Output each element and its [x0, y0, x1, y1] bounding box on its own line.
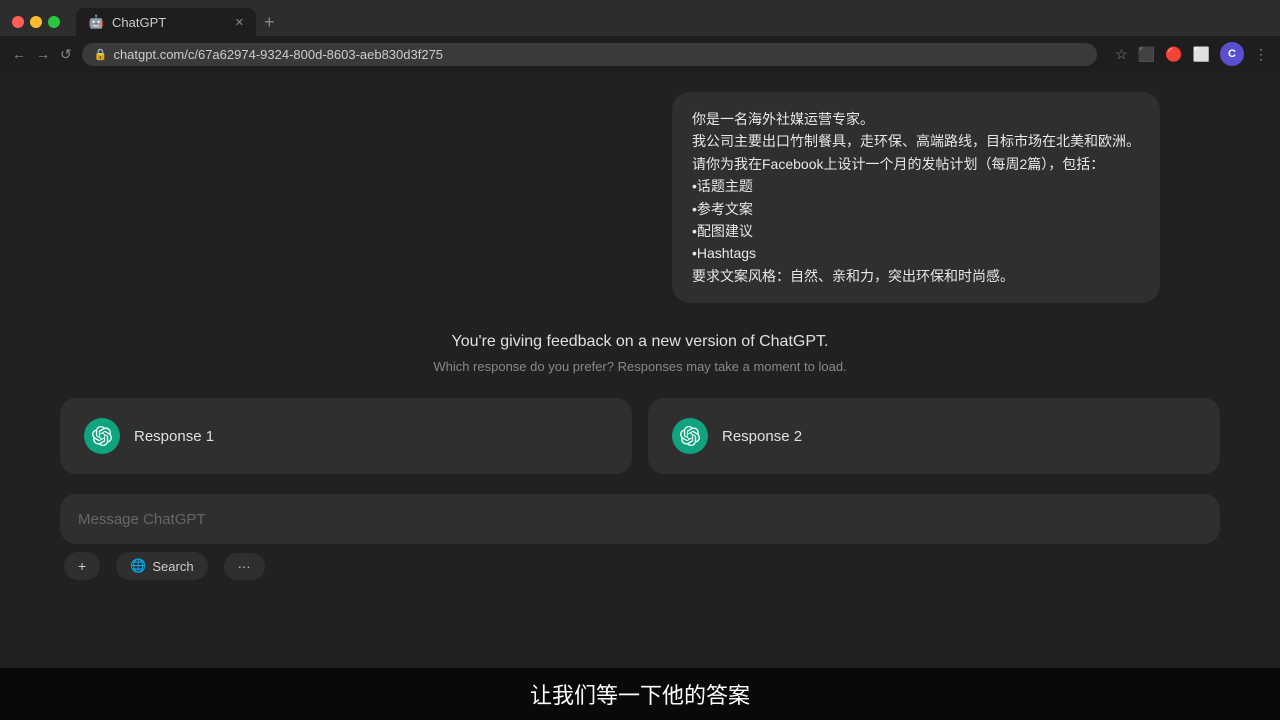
feedback-title: You're giving feedback on a new version …	[433, 333, 846, 351]
bookmark-icon[interactable]: ☆	[1115, 46, 1128, 63]
add-icon: +	[78, 558, 86, 574]
message-line-3: 请你为我在Facebook上设计一个月的发帖计划（每周2篇），包括：	[692, 153, 1140, 175]
lock-icon: 🔒	[94, 48, 108, 61]
message-line-7: •Hashtags	[692, 242, 1140, 264]
browser-chrome: 🤖 ChatGPT ✕ + ← → ↺ 🔒 chatgpt.com/c/67a6…	[0, 0, 1280, 72]
feedback-section: You're giving feedback on a new version …	[433, 333, 846, 374]
globe-icon: 🌐	[130, 558, 146, 574]
toolbar-icons: ☆ ⬛ 🔴 ⬜ C ⋮	[1115, 42, 1268, 66]
search-button[interactable]: 🌐 Search	[116, 552, 207, 580]
more-icon: ···	[238, 559, 251, 574]
chatgpt-logo-1	[84, 418, 120, 454]
url-text: chatgpt.com/c/67a62974-9324-800d-8603-ae…	[113, 47, 443, 62]
message-input[interactable]: Message ChatGPT	[60, 494, 1220, 544]
main-content: 你是一名海外社媒运营专家。 我公司主要出口竹制餐具，走环保、高端路线，目标市场在…	[0, 72, 1280, 720]
feedback-subtitle: Which response do you prefer? Responses …	[433, 359, 846, 374]
reload-button[interactable]: ↺	[60, 46, 72, 63]
message-line-5: •参考文案	[692, 198, 1140, 220]
chatgpt-logo-2	[672, 418, 708, 454]
new-tab-button[interactable]: +	[264, 12, 275, 33]
input-area: Message ChatGPT + 🌐 Search ···	[0, 494, 1280, 596]
response-cards: Response 1 Response 2	[0, 398, 1280, 474]
message-line-8: 要求文案风格：自然、亲和力，突出环保和时尚感。	[692, 265, 1140, 287]
extension3-icon[interactable]: ⬜	[1193, 46, 1210, 63]
maximize-window-btn[interactable]	[48, 16, 60, 28]
more-options-icon[interactable]: ⋮	[1254, 46, 1268, 63]
tab-favicon-icon: 🤖	[88, 14, 104, 30]
response-1-label: Response 1	[134, 428, 214, 445]
more-button[interactable]: ···	[224, 553, 265, 580]
tab-bar: 🤖 ChatGPT ✕ +	[0, 0, 1280, 36]
chat-area: 你是一名海外社媒运营专家。 我公司主要出口竹制餐具，走环保、高端路线，目标市场在…	[0, 72, 1280, 720]
extension2-icon[interactable]: 🔴	[1165, 46, 1182, 63]
add-button[interactable]: +	[64, 552, 100, 580]
forward-button[interactable]: →	[36, 46, 50, 62]
search-label: Search	[152, 559, 193, 574]
message-line-6: •配图建议	[692, 220, 1140, 242]
minimize-window-btn[interactable]	[30, 16, 42, 28]
message-line-2: 我公司主要出口竹制餐具，走环保、高端路线，目标市场在北美和欧洲。	[692, 130, 1140, 152]
response-2-label: Response 2	[722, 428, 802, 445]
tab-close-icon[interactable]: ✕	[235, 16, 244, 29]
subtitle-text: 让我们等一下他的答案	[530, 683, 750, 708]
message-placeholder: Message ChatGPT	[78, 511, 206, 528]
address-bar: ← → ↺ 🔒 chatgpt.com/c/67a62974-9324-800d…	[0, 36, 1280, 72]
message-line-4: •话题主题	[692, 175, 1140, 197]
avatar[interactable]: C	[1220, 42, 1244, 66]
url-bar[interactable]: 🔒 chatgpt.com/c/67a62974-9324-800d-8603-…	[82, 43, 1097, 66]
subtitle-overlay: 让我们等一下他的答案	[0, 668, 1280, 720]
tab-title: ChatGPT	[112, 15, 166, 30]
window-controls	[12, 16, 60, 28]
back-button[interactable]: ←	[12, 46, 26, 62]
active-tab[interactable]: 🤖 ChatGPT ✕	[76, 8, 256, 36]
response-card-2[interactable]: Response 2	[648, 398, 1220, 474]
message-line-1: 你是一名海外社媒运营专家。	[692, 108, 1140, 130]
close-window-btn[interactable]	[12, 16, 24, 28]
input-toolbar: + 🌐 Search ···	[60, 552, 1220, 580]
user-message-bubble: 你是一名海外社媒运营专家。 我公司主要出口竹制餐具，走环保、高端路线，目标市场在…	[672, 92, 1160, 303]
extension1-icon[interactable]: ⬛	[1138, 46, 1155, 63]
response-card-1[interactable]: Response 1	[60, 398, 632, 474]
message-wrapper: 你是一名海外社媒运营专家。 我公司主要出口竹制餐具，走环保、高端路线，目标市场在…	[0, 92, 1280, 333]
